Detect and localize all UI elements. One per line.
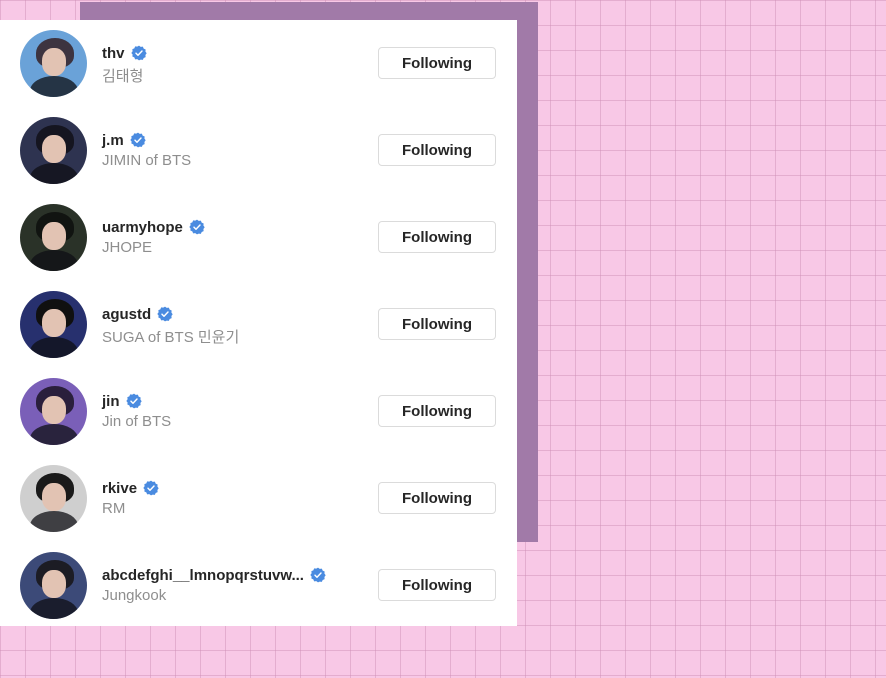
full-name: RM [102, 500, 126, 517]
username[interactable]: thv [102, 45, 125, 62]
full-name: 김태형 [102, 68, 144, 85]
full-name: JHOPE [102, 239, 153, 256]
avatar[interactable] [20, 117, 87, 184]
avatar[interactable] [20, 291, 87, 358]
user-info: uarmyhope JHOPE [102, 217, 372, 256]
verified-badge-icon [130, 132, 146, 148]
username[interactable]: agustd [102, 306, 151, 323]
following-button[interactable]: Following [378, 395, 496, 427]
verified-badge-icon [125, 393, 142, 409]
list-item[interactable]: abcdefghi__lmnopqrstuvw... Jungkook Foll… [0, 542, 517, 629]
user-info: agustd SUGA of BTS 민윤기 [102, 304, 372, 347]
list-item[interactable]: uarmyhope JHOPE Following [0, 194, 517, 281]
full-name: Jin of BTS [102, 413, 172, 430]
user-info: j.m JIMIN of BTS [102, 130, 372, 170]
list-item[interactable]: rkive RM Following [0, 455, 517, 542]
list-item[interactable]: j.m JIMIN of BTS Following [0, 107, 517, 194]
list-item[interactable]: thv 김태형 Following [0, 20, 517, 107]
verified-badge-icon [143, 480, 159, 496]
list-item[interactable]: jin Jin of BTS Following [0, 368, 517, 455]
following-button[interactable]: Following [378, 134, 496, 166]
user-info: abcdefghi__lmnopqrstuvw... Jungkook [102, 565, 372, 604]
user-info: rkive RM [102, 478, 372, 517]
user-info: jin Jin of BTS [102, 391, 372, 431]
avatar[interactable] [20, 378, 87, 445]
following-button[interactable]: Following [378, 221, 496, 253]
full-name: JIMIN of BTS [102, 152, 192, 169]
following-button[interactable]: Following [378, 308, 496, 340]
username[interactable]: uarmyhope [102, 219, 183, 236]
verified-badge-icon [310, 567, 326, 583]
following-button[interactable]: Following [378, 47, 496, 79]
username[interactable]: rkive [102, 480, 137, 497]
full-name: Jungkook [102, 587, 167, 604]
username[interactable]: j.m [102, 132, 124, 149]
following-list: thv 김태형 Following j.m JIMIN of BTS Follo… [0, 20, 517, 626]
list-item[interactable]: agustd SUGA of BTS 민윤기 Following [0, 281, 517, 368]
verified-badge-icon [130, 45, 147, 61]
avatar[interactable] [20, 552, 87, 619]
username[interactable]: jin [102, 393, 120, 410]
full-name: SUGA of BTS 민윤기 [102, 329, 240, 346]
following-button[interactable]: Following [378, 482, 496, 514]
verified-badge-icon [189, 219, 205, 235]
avatar[interactable] [20, 204, 87, 271]
verified-badge-icon [157, 306, 173, 322]
avatar[interactable] [20, 30, 87, 97]
user-info: thv 김태형 [102, 43, 372, 86]
username[interactable]: abcdefghi__lmnopqrstuvw... [102, 567, 304, 584]
following-button[interactable]: Following [378, 569, 496, 601]
avatar[interactable] [20, 465, 87, 532]
